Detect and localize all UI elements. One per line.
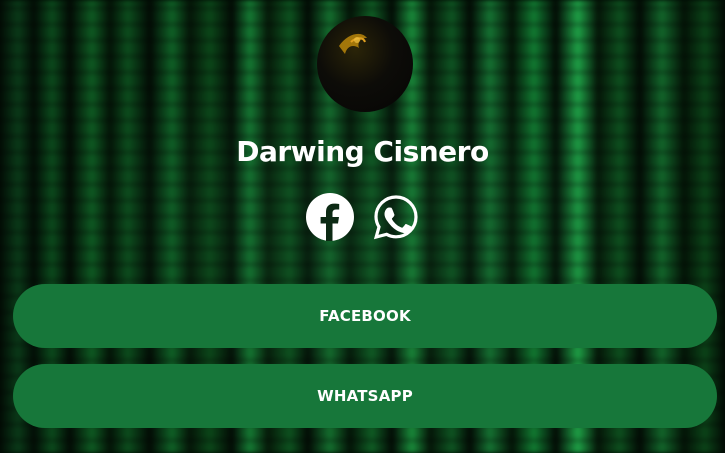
- whatsapp-icon[interactable]: [372, 193, 420, 241]
- social-icons-row: [0, 193, 725, 241]
- facebook-link-button[interactable]: FACEBOOK: [13, 284, 717, 348]
- facebook-icon[interactable]: [305, 193, 354, 241]
- profile-page: Darwing Cisnero FACEBOOK WHATSAPP: [0, 0, 725, 453]
- avatar: [317, 16, 413, 112]
- profile-name: Darwing Cisnero: [236, 135, 489, 168]
- whatsapp-link-button[interactable]: WHATSAPP: [13, 364, 717, 428]
